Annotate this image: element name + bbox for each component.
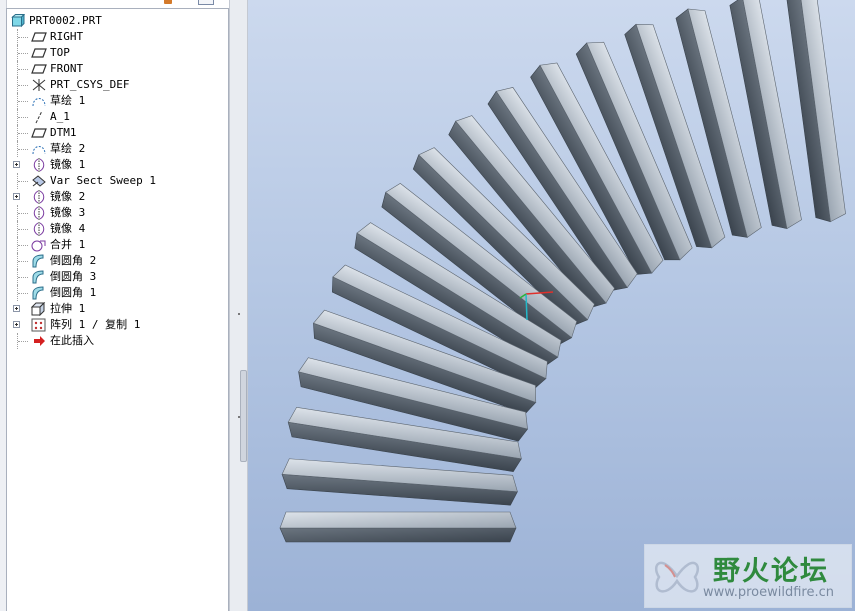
tree-item-label: 拉伸 1 xyxy=(50,302,86,315)
butterfly-logo-icon xyxy=(654,561,700,593)
tree-connector xyxy=(18,213,28,215)
tree-item[interactable]: TOP xyxy=(7,45,228,61)
tree-connector xyxy=(18,85,28,87)
datum-plane-icon xyxy=(31,30,47,44)
merge-icon xyxy=(31,238,47,252)
expand-toggle-icon[interactable] xyxy=(13,321,20,328)
tree-item[interactable]: 草绘 2 xyxy=(7,141,228,157)
tree-item[interactable]: FRONT xyxy=(7,61,228,77)
tree-item-label: FRONT xyxy=(50,62,84,75)
part-icon xyxy=(11,13,27,28)
extrude-icon xyxy=(30,301,47,317)
tree-item-label: 阵列 1 / 复制 1 xyxy=(50,318,141,331)
tree-connector xyxy=(18,229,28,231)
tree-item[interactable]: 合并 1 xyxy=(7,237,228,253)
tree-item[interactable]: 草绘 1 xyxy=(7,93,228,109)
tree-connector xyxy=(18,277,28,279)
tree-connector xyxy=(18,117,28,119)
expand-toggle-icon[interactable] xyxy=(13,193,20,200)
tree-item[interactable]: 倒圆角 1 xyxy=(7,285,228,301)
tree-item[interactable]: PRT_CSYS_DEF xyxy=(7,77,228,93)
datum-axis-icon xyxy=(31,110,47,124)
pattern-icon xyxy=(31,318,47,332)
toolbar-settings-icon[interactable] xyxy=(164,0,172,4)
expand-toggle-icon[interactable] xyxy=(13,305,20,312)
tree-item[interactable]: 拉伸 1 xyxy=(7,301,228,317)
sweep-icon xyxy=(31,174,47,188)
tree-connector xyxy=(18,69,28,71)
tree-root-part[interactable]: PRT0002.PRT xyxy=(7,13,228,29)
bellows-rib xyxy=(279,511,517,543)
tree-item-label: 倒圆角 3 xyxy=(50,270,97,283)
tree-item[interactable]: 阵列 1 / 复制 1 xyxy=(7,317,228,333)
tree-connector xyxy=(18,245,28,247)
expand-toggle-icon[interactable] xyxy=(13,161,20,168)
tree-item-label: PRT_CSYS_DEF xyxy=(50,78,130,91)
tree-connector xyxy=(18,181,28,183)
tree-item[interactable]: 镜像 3 xyxy=(7,205,228,221)
watermark-url: www.proewildfire.cn xyxy=(703,585,834,600)
tree-item-label: TOP xyxy=(50,46,70,59)
sketch-icon xyxy=(31,142,47,156)
tree-item-label: 草绘 1 xyxy=(50,94,86,107)
tree-item-label: 镜像 4 xyxy=(50,222,86,235)
top-toolbar-fragment xyxy=(160,0,220,6)
mirror-icon xyxy=(31,206,47,220)
tree-item-label: 草绘 2 xyxy=(50,142,86,155)
tree-item-label: A_1 xyxy=(50,110,70,123)
watermark-logo: 野火论坛 www.proewildfire.cn xyxy=(644,544,852,608)
tree-item[interactable]: 镜像 4 xyxy=(7,221,228,237)
mirror-icon xyxy=(31,222,47,236)
tree-root-label: PRT0002.PRT xyxy=(29,14,102,27)
tree-item-label: Var Sect Sweep 1 xyxy=(50,174,156,187)
watermark-title: 野火论坛 xyxy=(713,556,829,587)
round-icon xyxy=(31,254,47,268)
tree-item-label: DTM1 xyxy=(50,126,77,139)
graphics-viewport[interactable] xyxy=(248,0,855,611)
tree-item[interactable]: 镜像 1 xyxy=(7,157,228,173)
tree-item[interactable]: 倒圆角 2 xyxy=(7,253,228,269)
mirror-icon xyxy=(31,158,47,172)
model-tree: PRT0002.PRT RIGHT TOP FRONT PRT_CSYS_DEF 草绘 … xyxy=(7,13,228,349)
coordinate-system-icon xyxy=(31,78,47,92)
model-tree-panel: PRT0002.PRT RIGHT TOP FRONT PRT_CSYS_DEF 草绘 … xyxy=(6,8,229,611)
tree-item-label: 镜像 1 xyxy=(50,158,86,171)
tree-connector xyxy=(18,149,28,151)
tree-item-label: 倒圆角 2 xyxy=(50,254,97,267)
tree-connector xyxy=(18,37,28,39)
bellows-model-svg xyxy=(279,0,846,543)
tree-connector xyxy=(18,261,28,263)
tree-item[interactable]: 倒圆角 3 xyxy=(7,269,228,285)
splitter-grip-dot xyxy=(238,313,240,315)
tree-item[interactable]: A_1 xyxy=(7,109,228,125)
sketch-icon xyxy=(31,94,47,108)
tree-connector xyxy=(18,53,28,55)
panel-splitter[interactable] xyxy=(229,0,248,611)
scrollbar-thumb[interactable] xyxy=(240,370,247,462)
tree-item-label: 倒圆角 1 xyxy=(50,286,97,299)
tree-item-label: 合并 1 xyxy=(50,238,86,251)
tree-item[interactable]: 镜像 2 xyxy=(7,189,228,205)
bellows-part xyxy=(279,0,846,543)
tree-item[interactable]: DTM1 xyxy=(7,125,228,141)
tree-item-label: 镜像 3 xyxy=(50,206,86,219)
round-icon xyxy=(31,270,47,284)
toolbar-window-icon[interactable] xyxy=(198,0,214,5)
datum-plane-icon xyxy=(31,46,47,60)
tree-item-label: 镜像 2 xyxy=(50,190,86,203)
tree-item-label: RIGHT xyxy=(50,30,84,43)
insert-here-arrow-icon xyxy=(31,334,47,348)
round-icon xyxy=(31,286,47,300)
datum-plane-icon xyxy=(31,62,47,76)
mirror-icon xyxy=(31,190,47,204)
tree-connector xyxy=(18,293,28,295)
tree-connector xyxy=(18,101,28,103)
tree-item[interactable]: 在此插入 xyxy=(7,333,228,349)
tree-item[interactable]: RIGHT xyxy=(7,29,228,45)
datum-plane-icon xyxy=(31,126,47,140)
tree-connector xyxy=(18,133,28,135)
tree-connector xyxy=(18,341,28,343)
tree-item[interactable]: Var Sect Sweep 1 xyxy=(7,173,228,189)
tree-item-label: 在此插入 xyxy=(50,334,94,347)
